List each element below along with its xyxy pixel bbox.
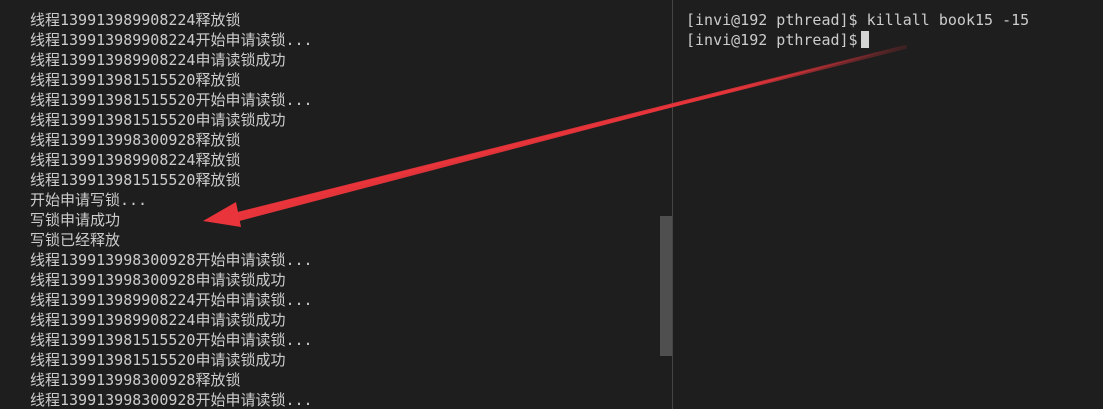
terminal-line: 线程139913989908224开始申请读锁... (30, 31, 313, 49)
terminal-line: 线程139913989908224申请读锁成功 (30, 311, 286, 329)
terminal-line: 线程139913981515520申请读锁成功 (30, 351, 286, 369)
terminal-line: 线程139913989908224释放锁 (30, 11, 241, 29)
terminal-line: 线程139913981515520开始申请读锁... (30, 91, 313, 109)
terminal-prompt-line: [invi@192 pthread]$ (686, 30, 1029, 50)
terminal-line: 线程139913981515520释放锁 (30, 71, 241, 89)
terminal-line: 线程139913989908224释放锁 (30, 151, 241, 169)
terminal-line: [invi@192 pthread]$ killall book15 -15 (686, 11, 1030, 29)
terminal-line: 线程139913989908224申请读锁成功 (30, 51, 286, 69)
terminal-line: 线程139913981515520申请读锁成功 (30, 111, 286, 129)
right-terminal-pane[interactable]: [invi@192 pthread]$ killall book15 -15 [… (673, 0, 1103, 409)
terminal-line: 写锁已经释放 (30, 231, 121, 249)
prompt-text: [invi@192 pthread]$ (686, 31, 858, 49)
terminal-window: 线程139913989908224释放锁 线程139913989908224开始… (0, 0, 1103, 409)
right-terminal-output: [invi@192 pthread]$ killall book15 -15 [… (686, 10, 1029, 50)
terminal-line: 线程139913981515520释放锁 (30, 171, 241, 189)
terminal-line: 线程139913998300928释放锁 (30, 371, 241, 389)
terminal-line: 线程139913998300928开始申请读锁... (30, 391, 313, 409)
scrollbar-thumb[interactable] (660, 216, 672, 356)
terminal-line-highlighted: 写锁申请成功 (30, 211, 121, 229)
left-terminal-pane[interactable]: 线程139913989908224释放锁 线程139913989908224开始… (0, 0, 672, 409)
left-terminal-output: 线程139913989908224释放锁 线程139913989908224开始… (30, 10, 313, 409)
terminal-line: 线程139913998300928申请读锁成功 (30, 271, 286, 289)
block-cursor-icon (860, 31, 869, 48)
terminal-line: 线程139913981515520开始申请读锁... (30, 331, 313, 349)
terminal-line: 开始申请写锁... (30, 191, 148, 209)
terminal-line: 线程139913998300928开始申请读锁... (30, 251, 313, 269)
terminal-line: 线程139913989908224开始申请读锁... (30, 291, 313, 309)
terminal-line: 线程139913998300928释放锁 (30, 131, 241, 149)
